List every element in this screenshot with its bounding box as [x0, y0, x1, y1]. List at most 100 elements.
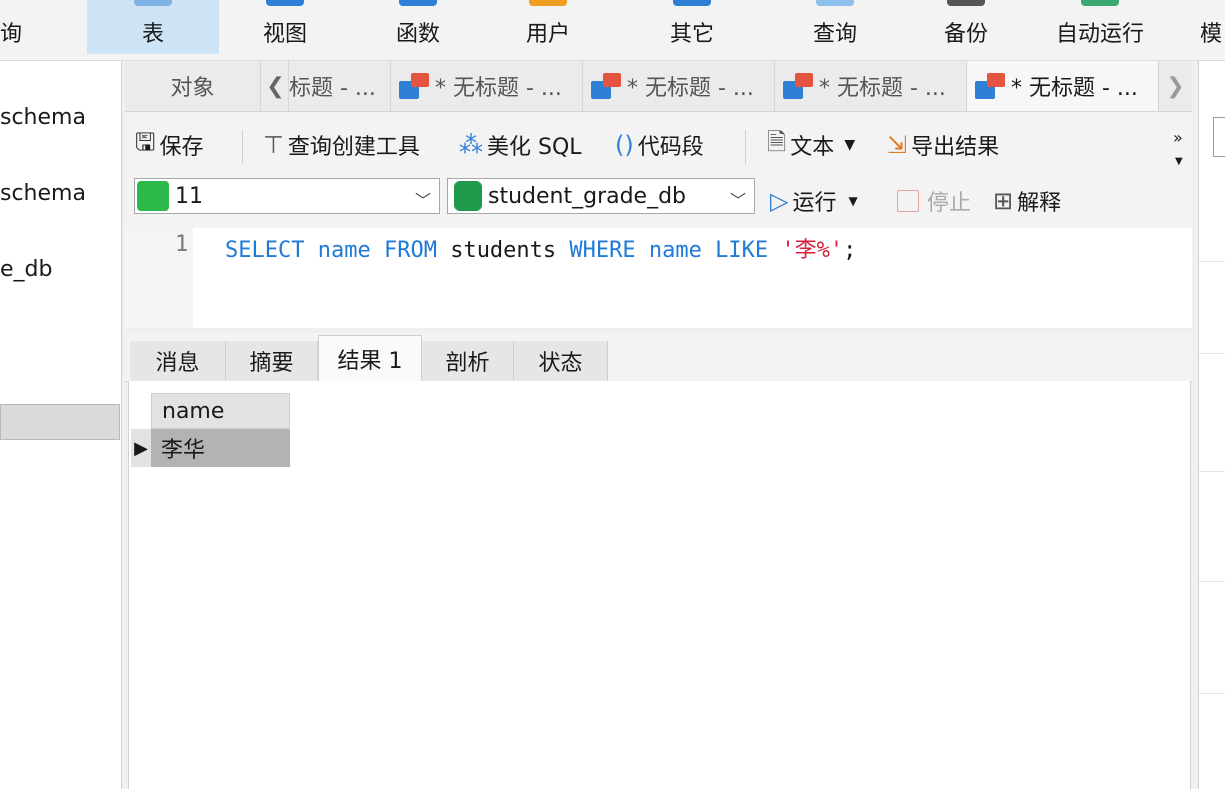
chevron-down-icon[interactable]: ▼ — [844, 137, 855, 153]
sql-token: '李%' — [781, 238, 844, 263]
sql-token: WHERE — [569, 238, 636, 263]
backup-icon — [947, 0, 985, 6]
query-tab-icon — [975, 71, 1009, 101]
ribbon-automation-button[interactable]: 自动运行 — [1040, 0, 1160, 54]
run-button[interactable]: ▷ 运行 ▼ — [770, 182, 858, 220]
database-icon — [454, 181, 482, 211]
export-icon: ⇲ — [887, 131, 908, 159]
builder-icon: ⊤ — [263, 131, 284, 159]
beautify-sql-button[interactable]: ⁂ 美化 SQL — [459, 126, 582, 164]
panel-divider — [1199, 693, 1225, 694]
line-number-gutter: 1 — [125, 228, 193, 328]
mysql-dolphin-icon — [137, 181, 169, 211]
query-tab-icon — [591, 71, 625, 101]
tab-query-2[interactable]: * 无标题 - ... — [391, 61, 583, 111]
sql-editor[interactable]: 1 SELECT name FROM students WHERE name L… — [125, 228, 1192, 328]
magic-wand-icon: ⁂ — [459, 131, 483, 159]
tab-profile[interactable]: 剖析 — [422, 341, 514, 381]
toolbar-divider — [745, 130, 746, 164]
query-icon — [816, 0, 854, 6]
tab-scroll-left-icon[interactable]: ❮ — [263, 61, 289, 111]
right-info-panel — [1198, 61, 1225, 789]
code-snippet-button[interactable]: () 代码段 — [615, 126, 704, 164]
tree-item-db[interactable]: e_db — [0, 257, 52, 282]
toolbar-divider — [242, 130, 243, 164]
panel-divider — [1199, 581, 1225, 582]
automation-icon — [1081, 0, 1119, 6]
ribbon-backup-button[interactable]: 备份 — [906, 0, 1026, 54]
result-grid: name ▶ 李华 — [128, 381, 1191, 789]
ribbon-function-button[interactable]: 函数 — [358, 0, 478, 54]
tab-query-3[interactable]: * 无标题 - ... — [583, 61, 775, 111]
explain-button[interactable]: ⊞ 解释 — [993, 182, 1061, 220]
info-panel-input[interactable] — [1213, 117, 1225, 157]
query-builder-button[interactable]: ⊤ 查询创建工具 — [263, 126, 420, 164]
view-icon — [266, 0, 304, 6]
user-icon — [529, 0, 567, 6]
save-icon: 🖫 — [135, 127, 156, 156]
panel-divider — [1199, 353, 1225, 354]
tab-query-4[interactable]: * 无标题 - ... — [775, 61, 967, 111]
tree-selected-row[interactable] — [0, 404, 120, 440]
connection-select[interactable]: 11 ﹀ — [134, 178, 440, 214]
table-icon — [134, 0, 172, 6]
ribbon-query-button[interactable]: 查询 — [775, 0, 895, 54]
tab-result-1[interactable]: 结果 1 — [318, 335, 422, 381]
editor-tab-bar: 对象 ❮ 标题 - ... * 无标题 - ... * 无标题 - ... * … — [125, 61, 1192, 112]
ribbon-partial-query[interactable]: 询 — [0, 0, 30, 54]
document-icon: 🗎 — [767, 127, 787, 156]
connection-row: 11 ﹀ student_grade_db ﹀ ▷ 运行 ▼ 停止 ⊞ 解释 — [125, 176, 1192, 228]
query-tab-icon — [399, 71, 433, 101]
parentheses-icon: () — [615, 131, 634, 159]
tree-item-schema-1[interactable]: schema — [0, 105, 86, 130]
sql-token: students — [436, 238, 570, 263]
sql-token: name — [648, 238, 702, 263]
chevron-down-icon: ﹀ — [414, 191, 431, 210]
function-icon — [399, 0, 437, 6]
stop-icon — [897, 190, 919, 212]
ribbon-toolbar: 询 表 视图 函数 用户 其它 查询 备份 自动运行 模 — [0, 0, 1225, 61]
tab-status[interactable]: 状态 — [514, 341, 608, 381]
export-results-button[interactable]: ⇲ 导出结果 — [887, 126, 999, 164]
connection-tree: schema schema e_db — [0, 61, 122, 789]
database-select[interactable]: student_grade_db ﹀ — [447, 178, 755, 214]
sql-token: ; — [843, 238, 857, 263]
query-toolbar: 🖫 保存 ⊤ 查询创建工具 ⁂ 美化 SQL () 代码段 🗎 文本 ▼ ⇲ 导出结果 » … — [125, 112, 1192, 176]
tab-messages[interactable]: 消息 — [130, 341, 226, 381]
ribbon-partial-model[interactable]: 模 — [1200, 0, 1225, 54]
ribbon-other-button[interactable]: 其它 — [632, 0, 752, 54]
line-number: 1 — [175, 232, 189, 257]
panel-divider — [1199, 471, 1225, 472]
tab-query-active[interactable]: * 无标题 - ... — [967, 61, 1159, 111]
tab-summary[interactable]: 摘要 — [226, 341, 318, 381]
toolbar-overflow-menu-icon[interactable]: ▼ — [1175, 142, 1183, 180]
save-button[interactable]: 🖫 保存 — [135, 126, 203, 164]
panel-divider — [1199, 261, 1225, 262]
sql-token: SELECT — [225, 238, 305, 263]
row-pointer-icon[interactable]: ▶ — [131, 429, 151, 467]
column-header-name[interactable]: name — [151, 393, 290, 429]
chevron-down-icon: ﹀ — [729, 191, 746, 210]
ribbon-user-button[interactable]: 用户 — [488, 0, 608, 54]
text-mode-button[interactable]: 🗎 文本 ▼ — [767, 126, 855, 164]
tab-scroll-right-icon[interactable]: ❯ — [1159, 61, 1192, 111]
explain-tree-icon: ⊞ — [993, 187, 1014, 215]
ribbon-view-button[interactable]: 视图 — [225, 0, 345, 54]
result-tabs: 消息 摘要 结果 1 剖析 状态 — [125, 333, 1192, 382]
stop-button[interactable]: 停止 — [897, 182, 971, 220]
tab-query-partial[interactable]: 标题 - ... — [289, 61, 391, 111]
sql-token: FROM — [383, 238, 437, 263]
tree-item-schema-2[interactable]: schema — [0, 181, 86, 206]
query-tab-icon — [783, 71, 817, 101]
play-icon: ▷ — [770, 187, 789, 215]
table-cell[interactable]: 李华 — [151, 429, 290, 467]
chevron-down-icon[interactable]: ▼ — [848, 194, 857, 208]
ribbon-table-button[interactable]: 表 — [87, 0, 219, 54]
tab-objects[interactable]: 对象 — [125, 61, 261, 111]
sql-token: LIKE — [715, 238, 769, 263]
sql-code-line: SELECT name FROM students WHERE name LIK… — [225, 232, 856, 264]
sql-token: name — [317, 238, 371, 263]
